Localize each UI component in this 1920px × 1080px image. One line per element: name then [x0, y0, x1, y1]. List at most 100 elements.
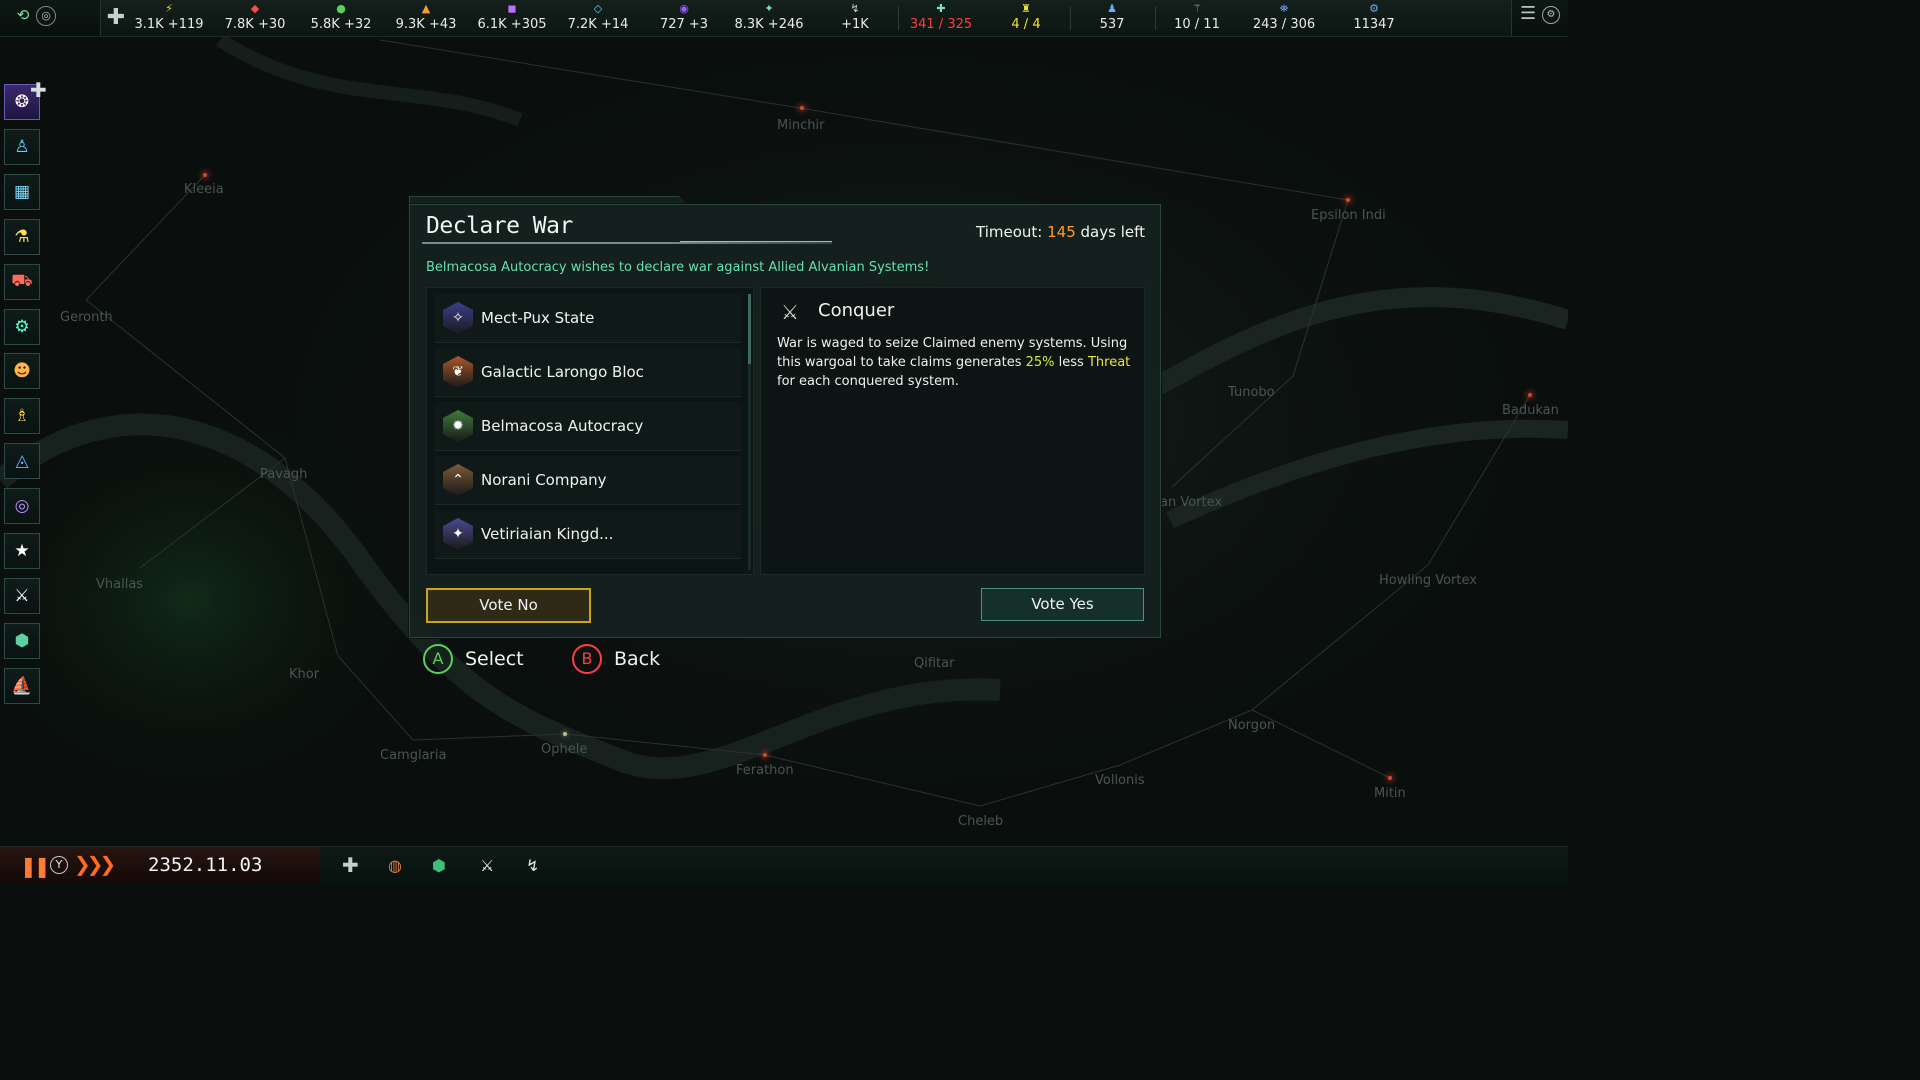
influence-resource[interactable]: ◇ 7.2K +14 [558, 2, 638, 34]
system-label[interactable]: Ophele [541, 742, 587, 757]
camera-icon[interactable]: ◎ [36, 6, 56, 26]
system-star[interactable] [800, 106, 804, 110]
system-label[interactable]: Kleeia [184, 182, 224, 197]
fleet-resource[interactable]: ⛯ 243 / 306 [1244, 2, 1324, 34]
resource-value: 727 +3 [659, 17, 709, 32]
galactic-community-icon: ◎ [14, 496, 30, 517]
system-label[interactable]: Tunobo [1228, 385, 1275, 400]
timeout-suffix: days left [1080, 223, 1145, 241]
pause-icon[interactable]: ❚❚ [20, 854, 50, 878]
add-icon[interactable]: ✚ [30, 78, 47, 102]
settings-gear-icon[interactable]: ⚙ [1542, 6, 1560, 24]
a-button-icon: A [423, 644, 453, 674]
planets-icon: ⚚ [1192, 2, 1202, 15]
sidebar-technology-button[interactable]: ⚗ [4, 218, 40, 255]
system-star[interactable] [1528, 393, 1532, 397]
empire-emblem-icon: ✹ [443, 410, 473, 442]
system-star[interactable] [1388, 776, 1392, 780]
resource-separator [898, 6, 899, 30]
energy-resource[interactable]: ⚡ 3.1K +119 [129, 2, 209, 34]
planet-icon[interactable]: ◍ [388, 856, 402, 875]
sidebar-policies-button[interactable]: ☻ [4, 353, 40, 390]
scrollbar-thumb[interactable] [748, 294, 751, 364]
system-label[interactable]: Vhallas [96, 577, 143, 592]
main-menu-icon[interactable]: ☰ [1520, 5, 1538, 24]
sidebar-galactic-community-button[interactable]: ◎ [4, 488, 40, 525]
sidebar-ships-button[interactable]: ⛟ [4, 263, 40, 300]
vote-yes-button[interactable]: Vote Yes [981, 588, 1144, 621]
trade-resource[interactable]: ↯ +1K [815, 2, 895, 34]
sidebar-federation-button[interactable]: ◬ [4, 443, 40, 480]
system-star[interactable] [563, 732, 567, 736]
empire-emblem-icon: ❂ [14, 92, 30, 112]
resource-value: 243 / 306 [1252, 17, 1316, 32]
planets-list-icon: ▦ [13, 181, 31, 202]
planets-resource[interactable]: ⚚ 10 / 11 [1157, 2, 1237, 34]
empire-list-item[interactable]: ✦ Vetiriaian Kingd... [435, 510, 741, 559]
empire-size-resource[interactable]: ⚙ 11347 [1334, 2, 1414, 34]
empire-list-item[interactable]: ❦ Galactic Larongo Bloc [435, 348, 741, 397]
system-label[interactable]: Vollonis [1095, 773, 1145, 788]
sidebar-planets-list-button[interactable]: ▦ [4, 173, 40, 210]
system-label[interactable]: Camglaria [380, 748, 446, 763]
system-star[interactable] [203, 173, 207, 177]
minerals-icon: ◆ [250, 2, 260, 15]
colony-icon[interactable]: ⬢ [432, 856, 446, 875]
select-hint[interactable]: A Select [423, 644, 524, 674]
system-star[interactable] [1346, 198, 1350, 202]
system-label[interactable]: Geronth [60, 310, 113, 325]
game-speed-icon[interactable]: ❯❯❯ [74, 852, 116, 876]
system-label[interactable]: Mitin [1374, 786, 1406, 801]
empire-list-item[interactable]: ✹ Belmacosa Autocracy [435, 402, 741, 451]
sidebar-government-button[interactable]: ♙ [4, 128, 40, 165]
system-label[interactable]: Norgon [1228, 718, 1275, 733]
sidebar-leaders-button[interactable]: ♗ [4, 398, 40, 435]
minerals-resource[interactable]: ◆ 7.8K +30 [215, 2, 295, 34]
sidebar-wars-button[interactable]: ⚔ [4, 577, 40, 614]
system-label[interactable]: Minchir [777, 118, 824, 133]
system-label[interactable]: Pavagh [260, 467, 307, 482]
empire-list-item[interactable]: ⌃ Norani Company [435, 456, 741, 505]
sidebar-contacts-button[interactable]: ★ [4, 533, 40, 569]
system-label[interactable]: Ferathon [736, 763, 794, 778]
military-icon[interactable]: ⚔ [480, 856, 494, 875]
sidebar-fleet-manager-button[interactable]: ⛵ [4, 667, 40, 704]
resource-value: 3.1K +119 [134, 17, 204, 32]
empire-list-item[interactable]: ✧ Mect-Pux State [435, 294, 741, 343]
system-label[interactable]: Cheleb [958, 814, 1003, 829]
system-label[interactable]: Khor [289, 667, 319, 682]
alloys-resource[interactable]: ◼ 6.1K +305 [472, 2, 552, 34]
system-label[interactable]: Howling Vortex [1379, 573, 1477, 588]
research-resource[interactable]: ✦ 8.3K +246 [729, 2, 809, 34]
pops-resource[interactable]: ♟ 537 [1072, 2, 1152, 34]
system-label[interactable]: Qifitar [914, 656, 954, 671]
resource-value: 341 / 325 [909, 17, 973, 32]
system-label[interactable]: Badukan [1502, 403, 1559, 418]
food-resource[interactable]: ● 5.8K +32 [301, 2, 381, 34]
vote-no-button[interactable]: Vote No [426, 588, 591, 623]
back-hint[interactable]: B Back [572, 644, 660, 674]
trade-icon: ↯ [850, 2, 860, 15]
system-label[interactable]: an Vortex [1160, 495, 1222, 510]
sidebar-archaeology-button[interactable]: ⬢ [4, 622, 40, 659]
resource-separator [1070, 6, 1071, 30]
consumer-goods-resource[interactable]: ▲ 9.3K +43 [386, 2, 466, 34]
back-label: Back [614, 648, 661, 670]
system-star[interactable] [763, 753, 767, 757]
sidebar-traditions-button[interactable]: ⚙ [4, 308, 40, 345]
resource-value: +1K [841, 17, 869, 32]
empire-size-icon: ⚙ [1369, 2, 1379, 15]
situation-log-icon[interactable]: ⟲ [14, 6, 32, 24]
dialog-title: Declare War [426, 213, 573, 239]
starbase-capacity-resource[interactable]: ♜ 4 / 4 [986, 2, 1066, 34]
empire-name: Galactic Larongo Bloc [481, 363, 644, 381]
contacts-icon: ★ [14, 541, 30, 561]
naval-capacity-resource[interactable]: ✚ 341 / 325 [901, 2, 981, 34]
unity-resource[interactable]: ◉ 727 +3 [644, 2, 724, 34]
ships-icon: ⛟ [11, 270, 33, 291]
government-icon: ♙ [14, 136, 30, 157]
empire-list-panel[interactable]: ✧ Mect-Pux State ❦ Galactic Larongo Bloc ✹ Be… [426, 287, 754, 575]
system-label[interactable]: Epsilon Indi [1311, 208, 1386, 223]
add-icon[interactable]: ✚ [342, 853, 359, 877]
alert-icon[interactable]: ↯ [526, 856, 539, 875]
